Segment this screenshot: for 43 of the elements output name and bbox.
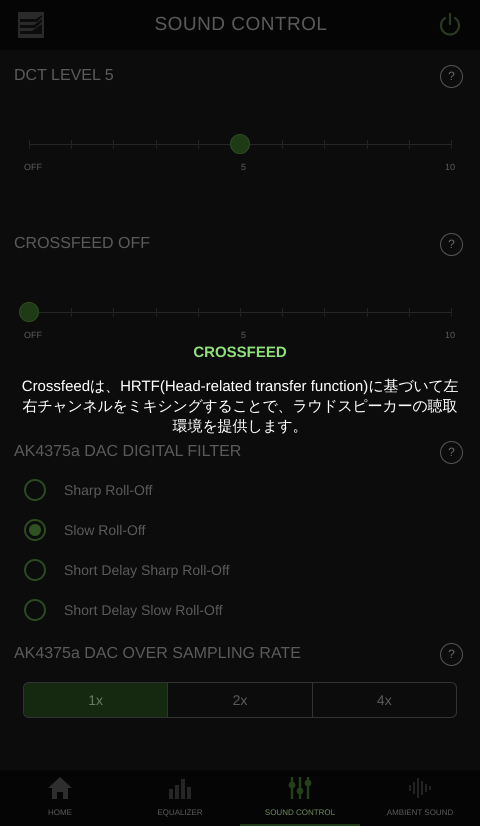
section-title: AK4375a DAC OVER SAMPLING RATE	[14, 644, 301, 664]
slider-thumb[interactable]	[19, 302, 39, 322]
option-label: Sharp Roll-Off	[64, 480, 152, 500]
radio-button[interactable]	[24, 479, 46, 501]
tick-label: OFF	[24, 161, 42, 174]
radio-button[interactable]	[24, 559, 46, 581]
section-title: CROSSFEED OFF	[14, 234, 150, 254]
option-label: Short Delay Slow Roll-Off	[64, 600, 222, 620]
option-label: Slow Roll-Off	[64, 520, 146, 540]
nav-label: AMBIENT SOUND	[386, 807, 454, 819]
radio-button[interactable]	[24, 599, 46, 621]
help-button[interactable]: ?	[440, 232, 463, 256]
segment-tab[interactable]: 2x	[167, 683, 312, 717]
nav-tab[interactable]: HOME	[0, 770, 120, 826]
tick-label: 10	[444, 329, 455, 342]
popup-title: CROSSFEED	[193, 343, 287, 363]
section-title: AK4375a DAC DIGITAL FILTER	[14, 442, 242, 462]
nav-label: SOUND CONTROL	[264, 807, 336, 819]
segment-tab[interactable]: 1x	[24, 683, 168, 717]
nav-tab[interactable]: SOUND CONTROL	[240, 770, 360, 826]
segment-tab[interactable]: 4x	[312, 683, 456, 717]
option-label: Short Delay Sharp Roll-Off	[64, 560, 230, 580]
help-button[interactable]: ?	[440, 440, 463, 464]
home-icon	[47, 775, 73, 801]
help-button[interactable]: ?	[440, 64, 463, 88]
logo-icon[interactable]	[18, 12, 44, 38]
section-title: DCT LEVEL 5	[14, 66, 114, 86]
nav-tab[interactable]: AMBIENT SOUND	[360, 770, 480, 826]
nav-label: EQUALIZER	[157, 807, 203, 819]
help-button[interactable]: ?	[440, 642, 463, 666]
screen-title: SOUND CONTROL	[154, 12, 328, 37]
radio-button[interactable]	[24, 519, 46, 541]
sliders-icon	[287, 775, 313, 801]
tick-label: OFF	[24, 329, 42, 342]
tick-label: 5	[240, 161, 246, 174]
tick-label: 10	[444, 161, 455, 174]
slider-thumb[interactable]	[230, 134, 250, 154]
nav-tab[interactable]: EQUALIZER	[120, 770, 240, 826]
power-icon[interactable]	[438, 13, 462, 37]
tick-label: 5	[240, 329, 246, 342]
waveform-icon	[407, 775, 433, 801]
nav-label: HOME	[48, 807, 72, 819]
popup-text: Crossfeedは、HRTF(Head-related transfer function)に基づいて左右チャンネルをミキシングすることで、ラウドスピーカーの聴取環境を提供します。	[20, 376, 460, 436]
